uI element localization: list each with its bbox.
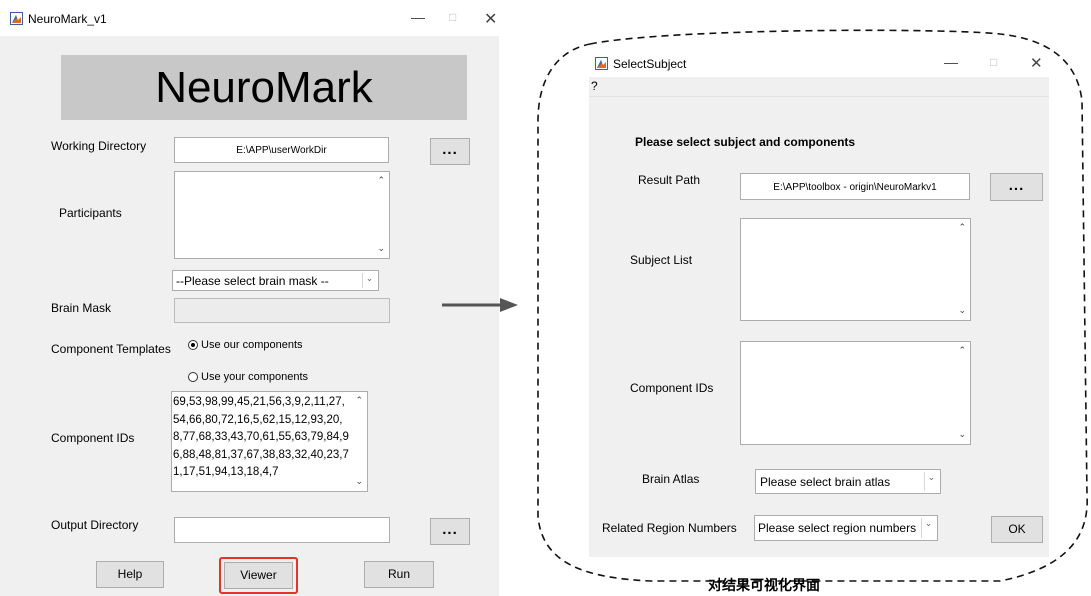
maximize-icon[interactable]: □	[990, 55, 997, 69]
app-banner: NeuroMark	[61, 55, 467, 120]
right-arrow-icon	[442, 298, 518, 312]
result-path-browse-button[interactable]: ...	[990, 173, 1043, 201]
menu-help[interactable]: ?	[591, 79, 598, 93]
close-icon[interactable]: ✕	[484, 9, 497, 29]
brain-atlas-select[interactable]: Please select brain atlas ⌄	[755, 469, 941, 494]
brain-mask-path	[174, 298, 390, 323]
brain-atlas-label: Brain Atlas	[642, 472, 700, 486]
output-directory-browse-button[interactable]: ...	[430, 518, 470, 545]
window-title: SelectSubject	[613, 57, 687, 71]
component-ids-label: Component IDs	[630, 381, 714, 395]
matlab-icon	[10, 12, 23, 25]
select-subject-window: SelectSubject — □ ✕ ? Please select subj…	[589, 50, 1049, 557]
region-numbers-select[interactable]: Please select region numbers ⌄	[754, 515, 938, 541]
neuromark-window: NeuroMark_v1 — □ ✕ NeuroMark Working Dir…	[0, 0, 499, 596]
component-ids-textarea[interactable]: 69,53,98,99,45,21,56,3,9,2,11,27,54,66,8…	[171, 391, 368, 492]
component-ids-label: Component IDs	[51, 431, 135, 445]
brain-mask-select[interactable]: --Please select brain mask -- ⌄	[172, 270, 379, 291]
subject-list-label: Subject List	[630, 253, 693, 267]
related-region-numbers-label: Related Region Numbers	[602, 521, 737, 535]
scroll-down-icon[interactable]: ⌄	[958, 305, 966, 316]
participants-list[interactable]: ⌃ ⌄	[174, 171, 390, 259]
run-button[interactable]: Run	[364, 561, 434, 588]
chevron-down-icon: ⌄	[362, 273, 376, 288]
dialog-heading: Please select subject and components	[635, 135, 856, 149]
scroll-up-icon[interactable]: ⌃	[377, 175, 385, 186]
menu-bar: ?	[589, 77, 1049, 97]
minimize-icon[interactable]: —	[944, 54, 958, 70]
scroll-up-icon[interactable]: ⌃	[958, 222, 966, 233]
title-bar: SelectSubject — □ ✕	[589, 50, 1049, 77]
use-your-components-label: Use your components	[201, 371, 308, 383]
participants-label: Participants	[59, 206, 122, 220]
working-directory-browse-button[interactable]: ...	[430, 138, 470, 165]
scroll-up-icon[interactable]: ⌃	[355, 395, 363, 406]
window-title: NeuroMark_v1	[28, 12, 107, 26]
scroll-down-icon[interactable]: ⌄	[958, 429, 966, 440]
ok-button[interactable]: OK	[991, 516, 1043, 543]
component-templates-label: Component Templates	[51, 342, 171, 356]
result-path-label: Result Path	[638, 173, 701, 187]
maximize-icon[interactable]: □	[449, 10, 456, 24]
chevron-down-icon: ⌄	[921, 518, 935, 538]
close-icon[interactable]: ✕	[1030, 54, 1043, 72]
output-directory-label: Output Directory	[51, 518, 139, 532]
subject-list-box[interactable]: ⌃ ⌄	[740, 218, 971, 321]
minimize-icon[interactable]: —	[411, 9, 425, 25]
component-ids-text: 69,53,98,99,45,21,56,3,9,2,11,27,54,66,8…	[173, 396, 349, 478]
scroll-up-icon[interactable]: ⌃	[958, 345, 966, 356]
help-button[interactable]: Help	[96, 561, 164, 588]
title-bar: NeuroMark_v1 — □ ✕	[0, 0, 499, 36]
scroll-down-icon[interactable]: ⌄	[377, 243, 385, 254]
chevron-down-icon: ⌄	[924, 472, 938, 491]
scroll-down-icon[interactable]: ⌄	[355, 476, 363, 487]
result-path-input[interactable]: E:\APP\toolbox - origin\NeuroMarkv1	[740, 173, 970, 200]
matlab-icon	[595, 57, 608, 70]
component-ids-box[interactable]: ⌃ ⌄	[740, 341, 971, 445]
working-directory-label: Working Directory	[51, 139, 147, 153]
viewer-button[interactable]: Viewer	[224, 562, 293, 589]
output-directory-input[interactable]	[174, 517, 390, 543]
use-our-components-radio[interactable]	[188, 340, 198, 350]
brain-mask-label: Brain Mask	[51, 301, 112, 315]
caption-text: 对结果可视化界面	[708, 578, 820, 594]
working-directory-input[interactable]: E:\APP\userWorkDir	[174, 137, 389, 163]
use-our-components-label: Use our components	[201, 339, 303, 351]
use-your-components-radio[interactable]	[188, 372, 198, 382]
